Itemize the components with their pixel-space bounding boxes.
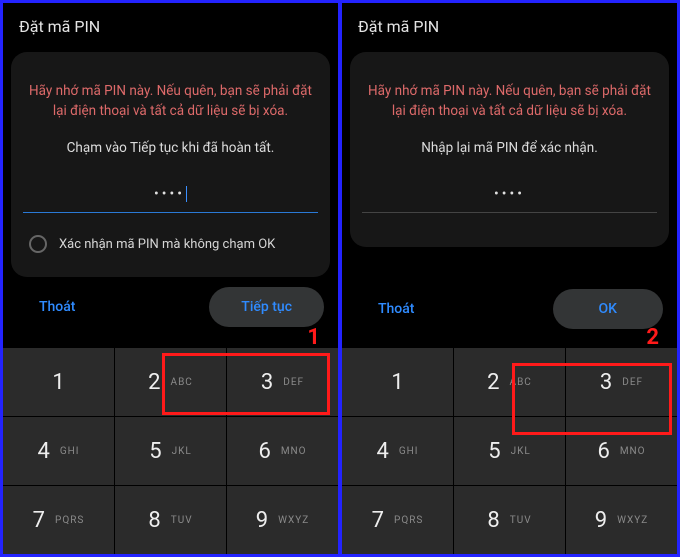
- key-digit: 6: [597, 439, 609, 464]
- key-digit: 1: [52, 370, 64, 395]
- screen-step-1: Đặt mã PIN Hãy nhớ mã PIN này. Nếu quên,…: [3, 3, 338, 554]
- keypad-key-6[interactable]: 6 MNO: [566, 417, 677, 485]
- keypad-key-1[interactable]: 1: [342, 348, 453, 416]
- action-row: Thoát Tiếp tục: [3, 277, 338, 337]
- key-letters: WXYZ: [278, 515, 309, 526]
- header: Đặt mã PIN: [3, 3, 338, 46]
- key-letters: PQRS: [394, 515, 423, 526]
- text-cursor: [186, 186, 187, 202]
- keypad-key-9[interactable]: 9 WXYZ: [566, 486, 677, 554]
- pin-dots: ••••: [154, 186, 185, 208]
- key-digit: 5: [488, 439, 500, 464]
- key-digit: 2: [487, 370, 499, 395]
- key-letters: GHI: [60, 446, 80, 457]
- keypad-key-6[interactable]: 6 MNO: [227, 417, 338, 485]
- keypad-key-4[interactable]: 4 GHI: [342, 417, 453, 485]
- keypad-key-8[interactable]: 8 TUV: [454, 486, 565, 554]
- key-letters: PQRS: [55, 515, 84, 526]
- numeric-keypad: 1 2 ABC 3 DEF 4 GHI 5 JKL 6 MNO 7 PQRS 8 TUV 9 WXYZ: [3, 347, 338, 554]
- key-digit: 8: [487, 508, 499, 533]
- screen-step-2: Đặt mã PIN Hãy nhớ mã PIN này. Nếu quên,…: [342, 3, 677, 554]
- keypad-key-7[interactable]: 7 PQRS: [342, 486, 453, 554]
- key-digit: 4: [37, 439, 49, 464]
- key-digit: 9: [595, 508, 607, 533]
- exit-button[interactable]: Thoát: [31, 289, 83, 325]
- key-digit: 9: [256, 508, 268, 533]
- ok-button[interactable]: OK: [553, 289, 664, 329]
- warning-text: Hãy nhớ mã PIN này. Nếu quên, bạn sẽ phả…: [362, 82, 657, 121]
- key-digit: 5: [149, 439, 161, 464]
- header: Đặt mã PIN: [342, 3, 677, 46]
- instruction-text: Nhập lại mã PIN để xác nhận.: [421, 139, 598, 158]
- key-letters: DEF: [622, 377, 643, 388]
- keypad-key-5[interactable]: 5 JKL: [115, 417, 226, 485]
- key-letters: GHI: [399, 446, 419, 457]
- keypad-key-3[interactable]: 3 DEF: [566, 348, 677, 416]
- key-letters: MNO: [620, 446, 646, 457]
- key-digit: 4: [376, 439, 388, 464]
- confirm-label: Xác nhận mã PIN mà không chạm OK: [59, 237, 275, 252]
- keypad-key-9[interactable]: 9 WXYZ: [227, 486, 338, 554]
- key-digit: 8: [148, 508, 160, 533]
- key-digit: 6: [258, 439, 270, 464]
- confirm-row[interactable]: Xác nhận mã PIN mà không chạm OK: [23, 235, 318, 259]
- action-row: Thoát OK: [342, 279, 677, 347]
- warning-text: Hãy nhớ mã PIN này. Nếu quên, bạn sẽ phả…: [23, 82, 318, 121]
- key-digit: 3: [261, 370, 273, 395]
- key-digit: 7: [33, 508, 45, 533]
- key-letters: JKL: [511, 446, 531, 457]
- pin-card: Hãy nhớ mã PIN này. Nếu quên, bạn sẽ phả…: [11, 52, 330, 277]
- key-letters: DEF: [283, 377, 304, 388]
- keypad-key-5[interactable]: 5 JKL: [454, 417, 565, 485]
- key-letters: TUV: [171, 515, 193, 526]
- keypad-key-8[interactable]: 8 TUV: [115, 486, 226, 554]
- key-digit: 7: [372, 508, 384, 533]
- pin-underline: [23, 212, 318, 213]
- key-letters: MNO: [281, 446, 307, 457]
- keypad-key-4[interactable]: 4 GHI: [3, 417, 114, 485]
- key-digit: 3: [600, 370, 612, 395]
- pin-input-row[interactable]: ••••: [23, 186, 318, 208]
- key-letters: JKL: [172, 446, 192, 457]
- page-title: Đặt mã PIN: [358, 17, 661, 36]
- keypad-key-2[interactable]: 2 ABC: [115, 348, 226, 416]
- page-title: Đặt mã PIN: [19, 17, 322, 36]
- continue-button[interactable]: Tiếp tục: [209, 287, 324, 327]
- key-digit: 2: [148, 370, 160, 395]
- keypad-key-2[interactable]: 2 ABC: [454, 348, 565, 416]
- pin-underline: [362, 212, 657, 213]
- instruction-text: Chạm vào Tiếp tục khi đã hoàn tất.: [67, 139, 275, 158]
- pin-dots: ••••: [494, 186, 525, 208]
- key-letters: TUV: [510, 515, 532, 526]
- numeric-keypad: 1 2 ABC 3 DEF 4 GHI 5 JKL 6 MNO 7 PQRS 8 TUV 9 WXYZ: [342, 347, 677, 554]
- step-badge: 1: [307, 325, 320, 350]
- exit-button[interactable]: Thoát: [370, 291, 422, 327]
- radio-unchecked-icon[interactable]: [29, 235, 47, 253]
- pin-card: Hãy nhớ mã PIN này. Nếu quên, bạn sẽ phả…: [350, 52, 669, 247]
- key-letters: WXYZ: [617, 515, 648, 526]
- keypad-key-3[interactable]: 3 DEF: [227, 348, 338, 416]
- key-letters: ABC: [171, 377, 193, 388]
- key-digit: 1: [391, 370, 403, 395]
- keypad-key-1[interactable]: 1: [3, 348, 114, 416]
- keypad-key-7[interactable]: 7 PQRS: [3, 486, 114, 554]
- step-badge: 2: [646, 325, 659, 350]
- key-letters: ABC: [510, 377, 532, 388]
- pin-input-row[interactable]: ••••: [362, 186, 657, 208]
